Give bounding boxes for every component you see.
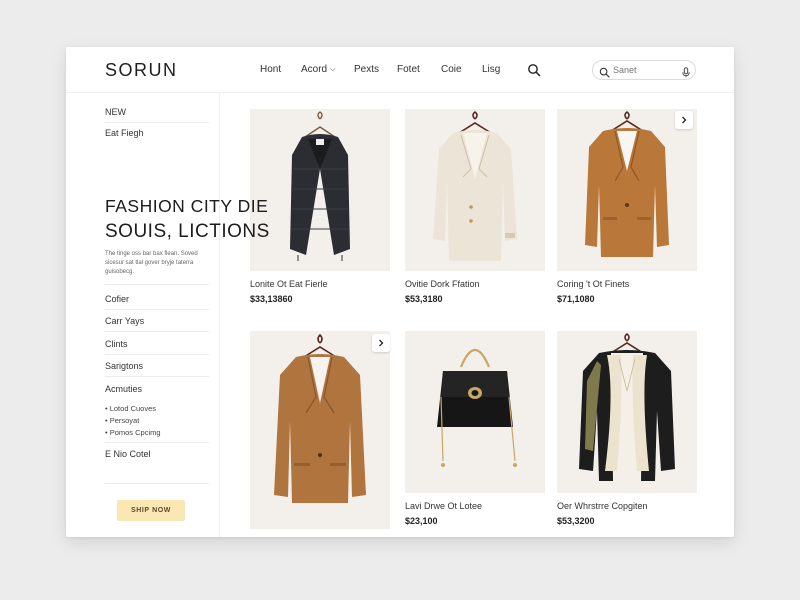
nav-item-products[interactable]: Pexts: [354, 64, 379, 75]
nav-item-lisg[interactable]: Lisg: [482, 64, 500, 75]
product-name[interactable]: Lonite Ot Eat Fierle: [250, 279, 328, 289]
bullet-item[interactable]: • Persoyat: [105, 416, 139, 425]
divider: [105, 309, 209, 310]
product-image-black-vest[interactable]: [250, 109, 390, 271]
next-arrow-button[interactable]: [372, 334, 390, 352]
hero-description: The tinge oss bar bax flean. Soved sices…: [105, 251, 198, 275]
product-price: $23,100: [405, 516, 438, 526]
page-frame: SORUN Hont Acord ⌵ Pexts Fotet Coie Lisg …: [66, 47, 734, 537]
nav-item-account-label: Acord: [301, 64, 328, 75]
search-input[interactable]: [613, 64, 673, 76]
divider: [105, 331, 209, 332]
nav-item-coie[interactable]: Coie: [441, 64, 462, 75]
sidebar-item-sarigtons[interactable]: Sarigtons: [105, 361, 143, 371]
brand-logo[interactable]: SORUN: [105, 60, 178, 81]
next-arrow-button[interactable]: [675, 111, 693, 129]
nav-item-account[interactable]: Acord ⌵: [301, 64, 335, 75]
bullet-item-label: Pomos Cpcimg: [109, 428, 161, 437]
product-name[interactable]: Lavi Drwe Ot Lotee: [405, 501, 482, 511]
sidebar-item-carr-yays[interactable]: Carr Yays: [105, 316, 144, 326]
sidebar-item-clints[interactable]: Clints: [105, 339, 128, 349]
product-image-scarf-outfit[interactable]: [557, 331, 697, 493]
product-name[interactable]: Coring 't Ot Finets: [557, 279, 629, 289]
product-image-cream-blazer[interactable]: [405, 109, 545, 271]
chevron-down-icon: ⌵: [330, 66, 336, 73]
left-sidebar: NEW Eat Fiegh FASHION CITY DIE SOUIS, LI…: [66, 93, 269, 537]
product-price: $71,1080: [557, 294, 595, 304]
sidebar-item-new[interactable]: NEW: [105, 107, 126, 117]
shop-now-button[interactable]: SHIP NOW: [117, 500, 185, 521]
divider: [105, 354, 209, 355]
product-price: $53,3200: [557, 516, 595, 526]
product-image-black-handbag[interactable]: [405, 331, 545, 493]
divider: [105, 122, 209, 123]
bullet-item[interactable]: • Lotod Cuoves: [105, 404, 156, 413]
section-title-activities: Acmuties: [105, 384, 143, 394]
microphone-icon[interactable]: [681, 65, 691, 78]
bullet-item-label: Lotod Cuoves: [109, 404, 157, 413]
bullet-item-label: Persoyat: [109, 416, 140, 425]
nav-item-home[interactable]: Hont: [260, 64, 281, 75]
product-image-tan-blazer[interactable]: [250, 331, 390, 529]
product-price: $33,13860: [250, 294, 293, 304]
nav-item-fotet[interactable]: Fotet: [397, 64, 420, 75]
sidebar-item-cofier[interactable]: Cofier: [105, 294, 129, 304]
product-image-camel-blazer[interactable]: [557, 109, 697, 271]
divider: [105, 376, 209, 377]
bullet-item[interactable]: • Pomos Cpcimg: [105, 428, 161, 437]
search-icon: [599, 65, 610, 78]
divider: [105, 483, 209, 484]
divider: [105, 284, 209, 285]
hero-heading-line2: SOUIS, LICTIONS: [105, 221, 270, 242]
search-icon[interactable]: [527, 63, 541, 77]
product-name[interactable]: Oer Whrstrre Copgiten: [557, 501, 648, 511]
product-name[interactable]: Ovitie Dork Ffation: [405, 279, 480, 289]
chevron-right-icon: [377, 334, 385, 352]
divider: [105, 442, 209, 443]
sidebar-item-nio-cotel[interactable]: E Nio Cotel: [105, 449, 151, 459]
sidebar-item-eat-fiegh[interactable]: Eat Fiegh: [105, 128, 144, 138]
top-header: SORUN Hont Acord ⌵ Pexts Fotet Coie Lisg: [66, 47, 734, 93]
product-price: $53,3180: [405, 294, 443, 304]
hero-heading: FASHION CITY DIE SOUIS, LICTIONS: [105, 194, 305, 244]
hero-heading-line1: FASHION CITY DIE: [105, 196, 269, 216]
chevron-right-icon: [680, 111, 688, 129]
search-box: [592, 60, 696, 80]
